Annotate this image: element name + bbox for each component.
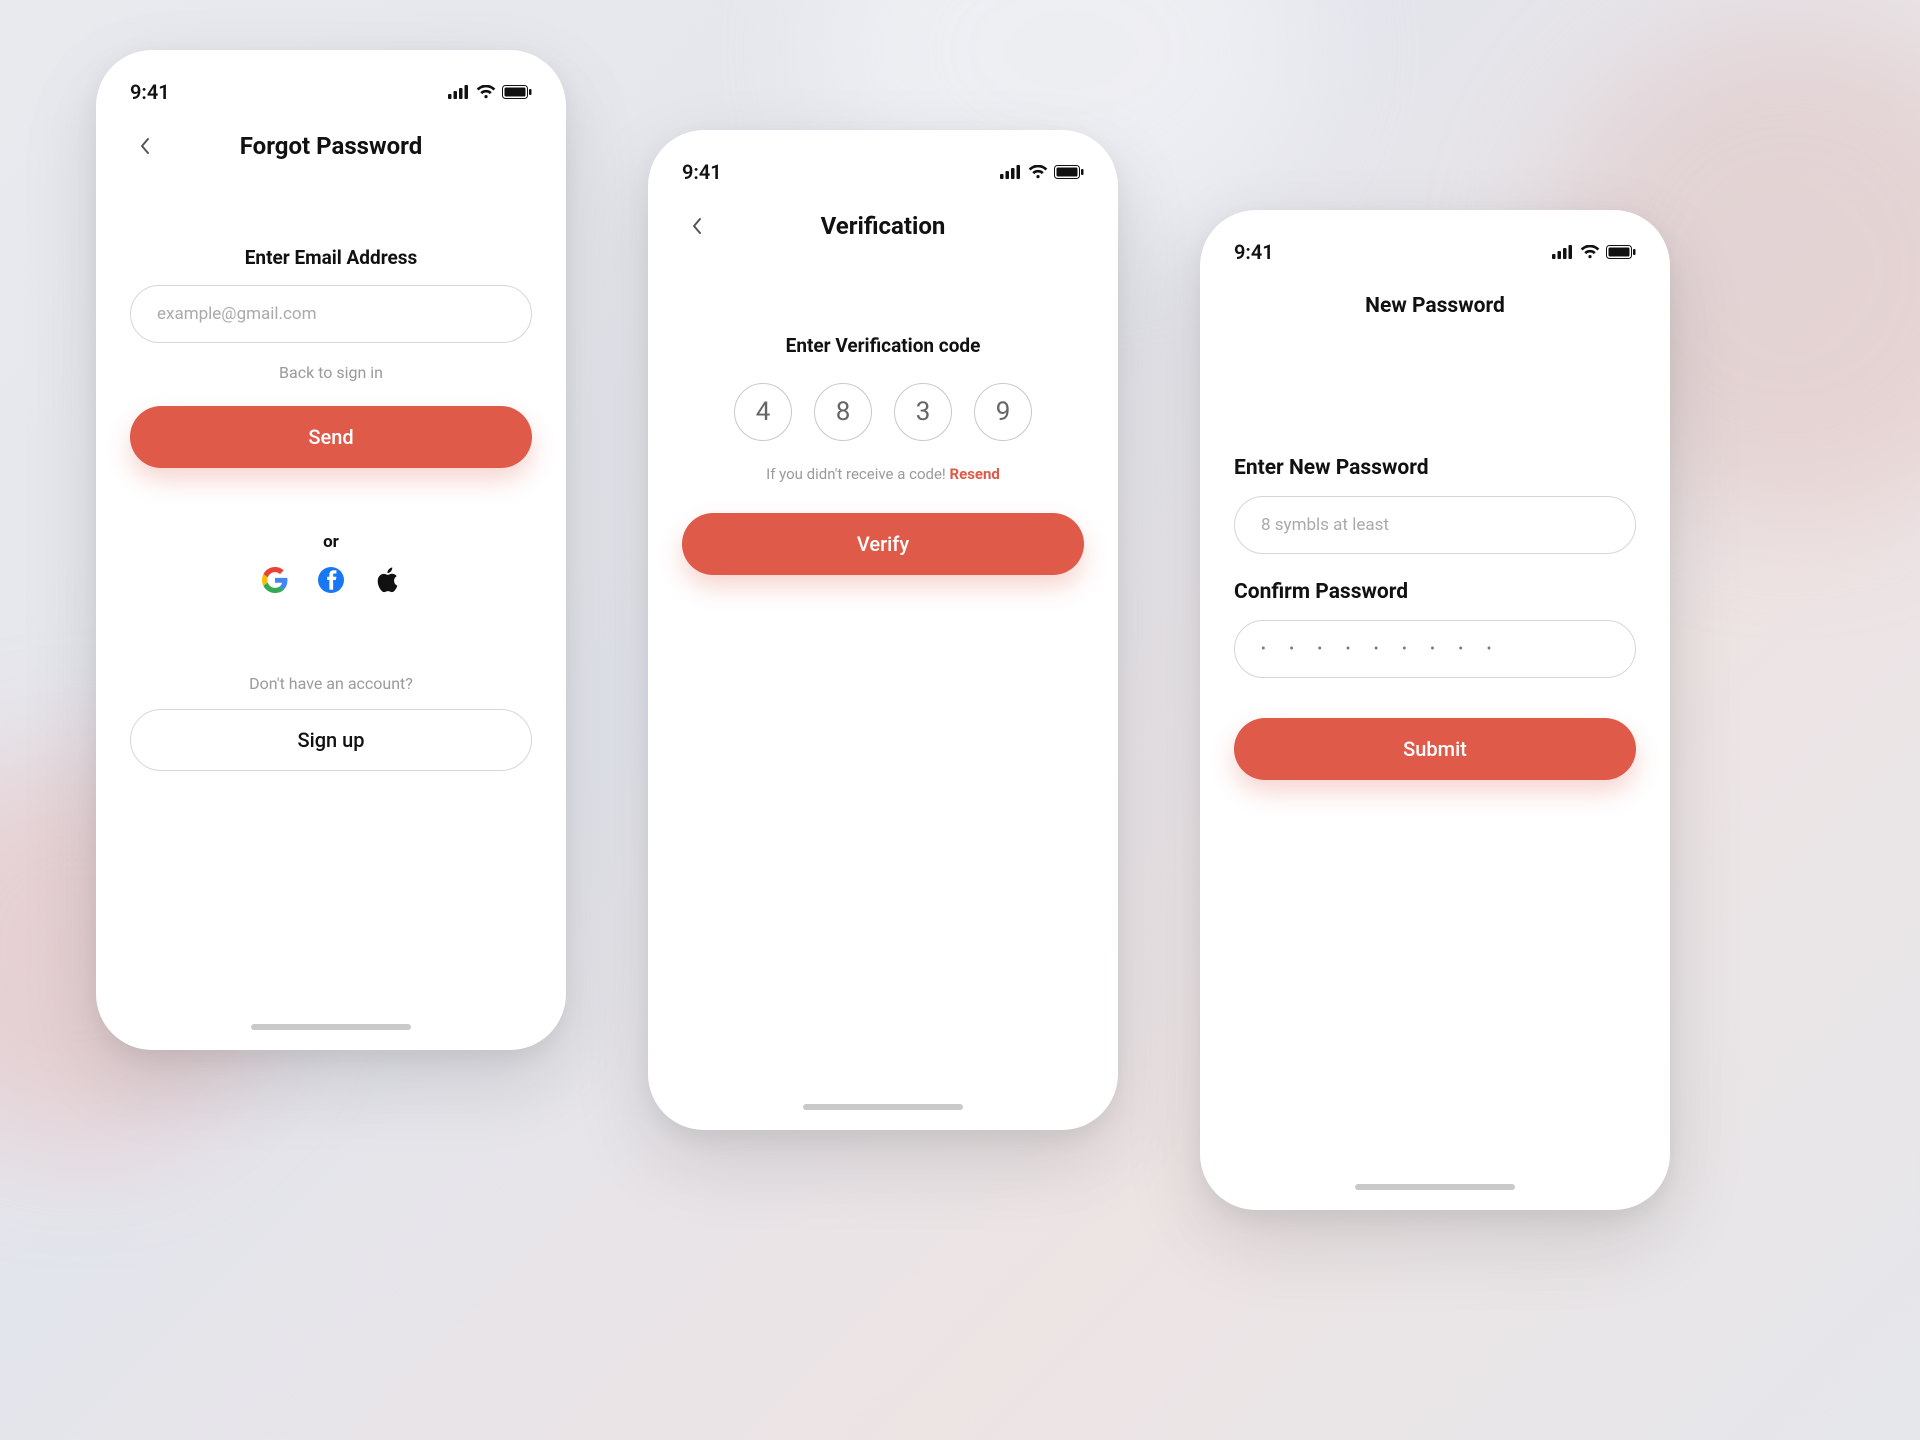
- status-icons: [448, 85, 532, 99]
- code-label: Enter Verification code: [682, 334, 1084, 357]
- battery-icon: [502, 85, 532, 99]
- page-title: Forgot Password: [160, 132, 502, 160]
- signup-button[interactable]: Sign up: [130, 709, 532, 771]
- social-login-row: [130, 566, 532, 594]
- status-time: 9:41: [1234, 240, 1274, 264]
- confirm-password-label: Confirm Password: [1234, 580, 1636, 604]
- wifi-icon: [476, 85, 496, 99]
- facebook-signin-button[interactable]: [317, 566, 345, 594]
- google-icon: [262, 567, 288, 593]
- apple-signin-button[interactable]: [373, 566, 401, 594]
- back-to-signin-link[interactable]: Back to sign in: [130, 363, 532, 382]
- otp-inputs: 4 8 3 9: [682, 383, 1084, 441]
- battery-icon: [1054, 165, 1084, 179]
- no-account-text: Don't have an account?: [130, 674, 532, 693]
- chevron-left-icon: [139, 137, 151, 155]
- otp-digit-2[interactable]: 8: [814, 383, 872, 441]
- status-bar: 9:41: [130, 78, 532, 106]
- battery-icon: [1606, 245, 1636, 259]
- new-password-field: Enter New Password: [1234, 456, 1636, 554]
- resend-row: If you didn't receive a code! Resend: [682, 465, 1084, 483]
- google-signin-button[interactable]: [261, 566, 289, 594]
- email-input[interactable]: [130, 285, 532, 343]
- otp-digit-1[interactable]: 4: [734, 383, 792, 441]
- cellular-icon: [1000, 165, 1022, 179]
- verify-button[interactable]: Verify: [682, 513, 1084, 575]
- home-indicator: [251, 1024, 411, 1030]
- home-indicator: [803, 1104, 963, 1110]
- email-label: Enter Email Address: [130, 246, 532, 269]
- screen-header: Verification: [682, 206, 1084, 246]
- status-icons: [1552, 245, 1636, 259]
- home-indicator: [1355, 1184, 1515, 1190]
- new-password-screen: 9:41 New Password Enter New Password Con…: [1200, 210, 1670, 1210]
- status-time: 9:41: [682, 160, 722, 184]
- back-button[interactable]: [682, 211, 712, 241]
- verification-screen: 9:41 Verification Enter Verification cod…: [648, 130, 1118, 1130]
- send-button[interactable]: Send: [130, 406, 532, 468]
- status-bar: 9:41: [1234, 238, 1636, 266]
- screen-header: New Password: [1234, 286, 1636, 326]
- facebook-icon: [318, 567, 344, 593]
- otp-digit-4[interactable]: 9: [974, 383, 1032, 441]
- submit-button[interactable]: Submit: [1234, 718, 1636, 780]
- apple-icon: [375, 567, 399, 593]
- cellular-icon: [448, 85, 470, 99]
- wifi-icon: [1028, 165, 1048, 179]
- screen-header: Forgot Password: [130, 126, 532, 166]
- chevron-left-icon: [691, 217, 703, 235]
- confirm-password-field: Confirm Password: [1234, 580, 1636, 678]
- status-icons: [1000, 165, 1084, 179]
- cellular-icon: [1552, 245, 1574, 259]
- or-divider: or: [130, 532, 532, 552]
- back-button[interactable]: [130, 131, 160, 161]
- forgot-password-screen: 9:41 Forgot Password Enter Email Address…: [96, 50, 566, 1050]
- no-code-text: If you didn't receive a code!: [766, 465, 949, 483]
- new-password-input[interactable]: [1234, 496, 1636, 554]
- otp-digit-3[interactable]: 3: [894, 383, 952, 441]
- resend-link[interactable]: Resend: [950, 465, 1000, 483]
- status-bar: 9:41: [682, 158, 1084, 186]
- page-title: New Password: [1234, 294, 1636, 318]
- new-password-label: Enter New Password: [1234, 456, 1636, 480]
- page-title: Verification: [712, 212, 1054, 240]
- confirm-password-input[interactable]: [1234, 620, 1636, 678]
- wifi-icon: [1580, 245, 1600, 259]
- status-time: 9:41: [130, 80, 170, 104]
